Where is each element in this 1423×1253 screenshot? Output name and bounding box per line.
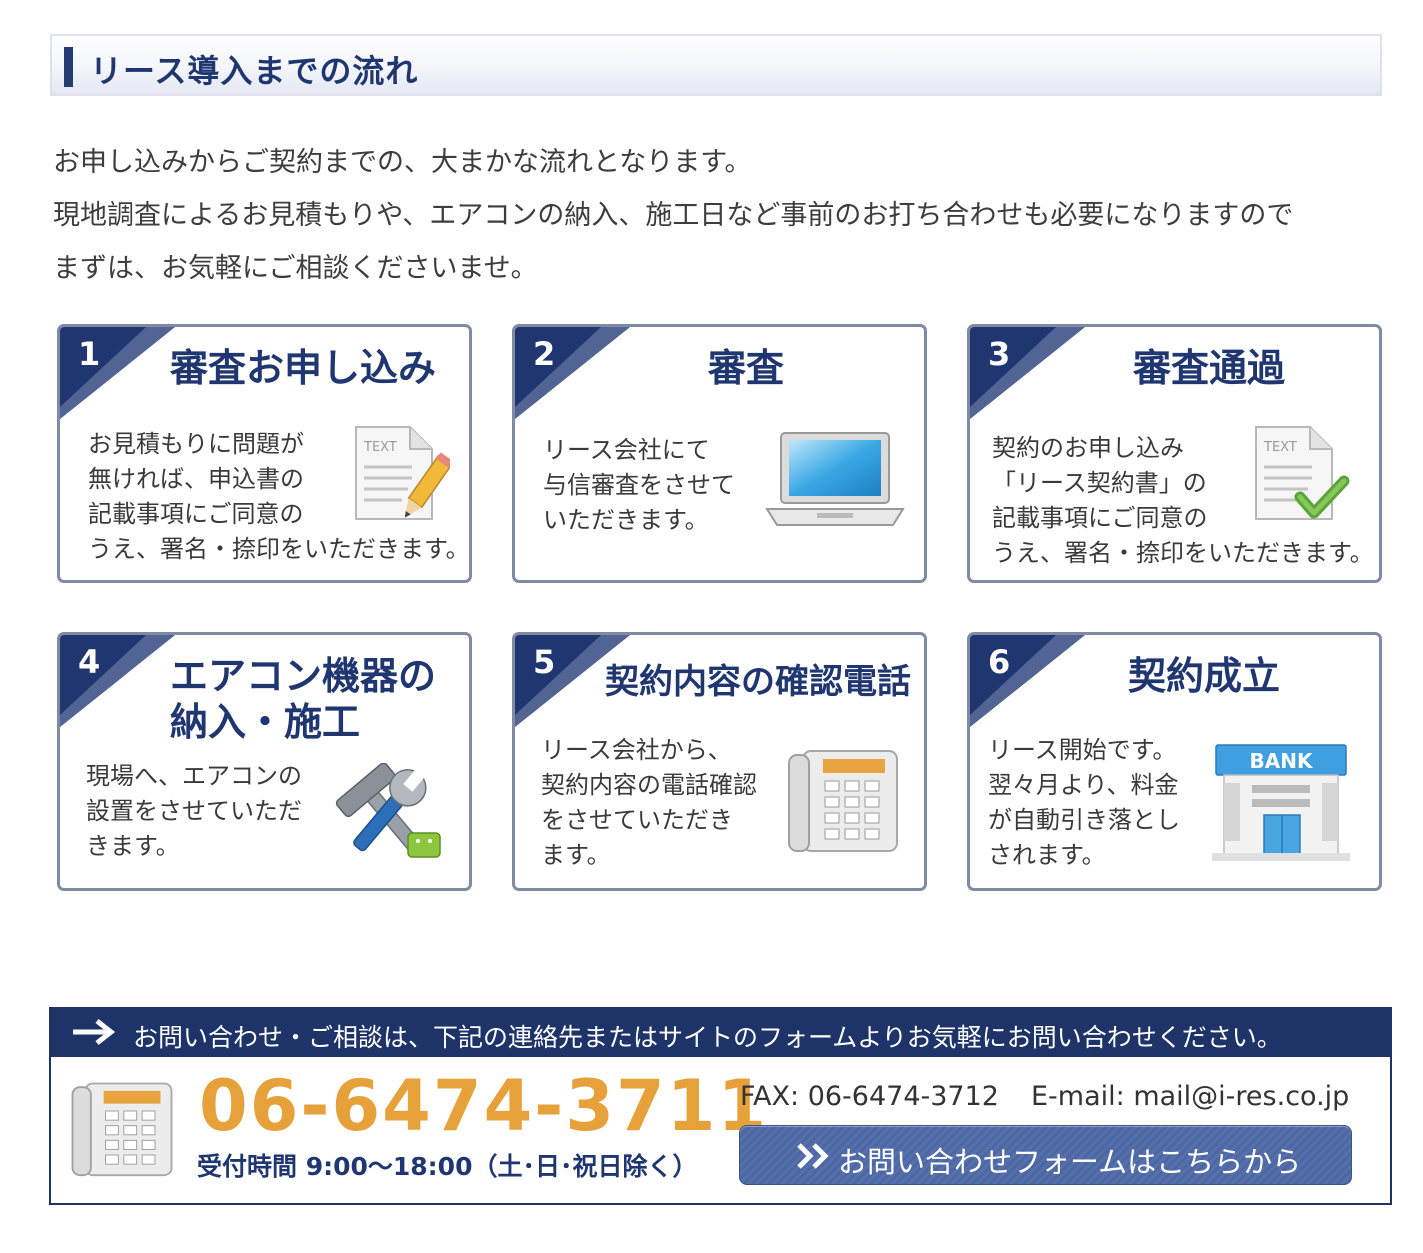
step-title: 審査お申し込み: [170, 346, 437, 390]
contact-bar: お問い合わせ・ご相談は、下記の連絡先またはサイトのフォームよりお気軽にお問い合わ…: [49, 1007, 1392, 1057]
step-card-5: 5 契約内容の確認電話 リース会社から、 契約内容の電話確認 をさせていただき ます。: [512, 632, 927, 891]
step-number: 1: [78, 335, 101, 373]
contact-form-button[interactable]: お問い合わせフォームはこちらから: [739, 1125, 1352, 1185]
business-hours: 受付時間 9:00〜18:00（土･日･祝日除く）: [197, 1152, 698, 1181]
intro-line: お申し込みからご契約までの、大まかな流れとなります。: [53, 147, 752, 178]
step-card-1: 1 審査お申し込み お見積もりに問題が 無ければ、申込書の 記載事項にご同意の うえ、…: [57, 324, 472, 583]
step-description: リース会社にて 与信審査をさせて いただきます。: [543, 436, 735, 534]
svg-text:TEXT: TEXT: [363, 440, 397, 455]
contact-bar-text: お問い合わせ・ご相談は、下記の連絡先またはサイトのフォームよりお気軽にお問い合わ…: [133, 1023, 1282, 1052]
document-pencil-icon: TEXT: [355, 426, 450, 520]
telephone-icon: [71, 1082, 173, 1177]
svg-text:TEXT: TEXT: [1263, 440, 1297, 455]
section-header: リース導入までの流れ: [50, 34, 1382, 96]
fax-number: FAX: 06-6474-3712: [740, 1081, 999, 1112]
section-title: リース導入までの流れ: [90, 52, 419, 90]
step-title: 審査: [708, 346, 785, 390]
phone-number[interactable]: 06-6474-3711: [199, 1065, 768, 1147]
double-chevron-right-icon: [797, 1143, 829, 1169]
tools-icon: [335, 763, 441, 858]
step-number: 2: [533, 335, 556, 373]
contact-box: 06-6474-3711 受付時間 9:00〜18:00（土･日･祝日除く） F…: [49, 1057, 1392, 1205]
intro-text: お申し込みからご契約までの、大まかな流れとなります。 現地調査によるお見積もりや…: [53, 136, 1403, 295]
step-description: 現場へ、エアコンの 設置をさせていただ きます。: [86, 762, 302, 860]
step-number: 3: [988, 335, 1011, 373]
telephone-icon: [788, 750, 898, 852]
bank-icon: BANK: [1212, 744, 1350, 861]
step-card-3: 3 審査通過 契約のお申し込み 「リース契約書」の 記載事項にご同意の うえ、署名・捺…: [967, 324, 1382, 583]
step-number: 5: [533, 643, 556, 681]
email-link[interactable]: E-mail: mail@i-res.co.jp: [1031, 1081, 1349, 1112]
step-card-4: 4 エアコン機器の 納入・施工 現場へ、エアコンの 設置をさせていただ きます。: [57, 632, 472, 891]
svg-text:BANK: BANK: [1250, 749, 1314, 773]
step-card-2: 2 審査 リース会社にて 与信審査をさせて いただきます。: [512, 324, 927, 583]
step-number: 6: [988, 643, 1011, 681]
section-header-bar: [64, 47, 73, 87]
document-check-icon: TEXT: [1255, 426, 1350, 520]
step-title: 契約成立: [1128, 654, 1281, 698]
step-title: 契約内容の確認電話: [605, 662, 911, 702]
step-title: エアコン機器の 納入・施工: [170, 654, 437, 744]
step-description: リース開始です。 翌々月より、料金 が自動引き落とし されます。: [988, 736, 1180, 869]
intro-line: 現地調査によるお見積もりや、エアコンの納入、施工日など事前のお打ち合わせも必要に…: [53, 200, 1294, 231]
step-card-6: 6 契約成立 リース開始です。 翌々月より、料金 が自動引き落とし されます。 BAN…: [967, 632, 1382, 891]
arrow-right-icon: [73, 1019, 116, 1045]
contact-form-button-label: お問い合わせフォームはこちらから: [838, 1145, 1302, 1179]
step-number: 4: [78, 643, 101, 681]
step-description: リース会社から、 契約内容の電話確認 をさせていただき ます。: [541, 736, 757, 869]
intro-line: まずは、お気軽にご相談くださいませ。: [53, 253, 538, 284]
step-title: 審査通過: [1133, 346, 1286, 390]
laptop-icon: [765, 432, 905, 526]
